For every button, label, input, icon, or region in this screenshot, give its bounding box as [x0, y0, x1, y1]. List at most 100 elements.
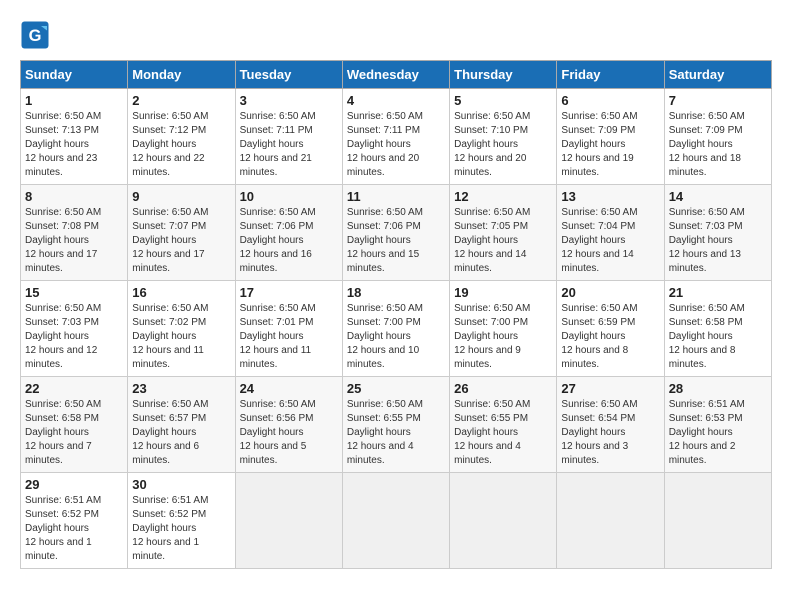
day-number: 4: [347, 93, 445, 108]
calendar-cell: [450, 473, 557, 569]
day-info: Sunrise: 6:50 AMSunset: 6:57 PMDaylight …: [132, 399, 208, 466]
day-number: 25: [347, 381, 445, 396]
day-number: 6: [561, 93, 659, 108]
day-header-saturday: Saturday: [664, 61, 771, 89]
day-info: Sunrise: 6:51 AMSunset: 6:52 PMDaylight …: [25, 495, 101, 562]
calendar-cell: 9 Sunrise: 6:50 AMSunset: 7:07 PMDaylight…: [128, 185, 235, 281]
day-info: Sunrise: 6:50 AMSunset: 6:54 PMDaylight …: [561, 399, 637, 466]
calendar-cell: 14 Sunrise: 6:50 AMSunset: 7:03 PMDayligh…: [664, 185, 771, 281]
calendar-cell: 29 Sunrise: 6:51 AMSunset: 6:52 PMDayligh…: [21, 473, 128, 569]
day-info: Sunrise: 6:50 AMSunset: 7:03 PMDaylight …: [669, 207, 745, 274]
calendar-header-row: SundayMondayTuesdayWednesdayThursdayFrid…: [21, 61, 772, 89]
day-info: Sunrise: 6:50 AMSunset: 7:11 PMDaylight …: [240, 111, 316, 178]
calendar-cell: [557, 473, 664, 569]
day-header-tuesday: Tuesday: [235, 61, 342, 89]
day-info: Sunrise: 6:50 AMSunset: 7:02 PMDaylight …: [132, 303, 208, 370]
day-info: Sunrise: 6:50 AMSunset: 7:00 PMDaylight …: [347, 303, 423, 370]
calendar-cell: 30 Sunrise: 6:51 AMSunset: 6:52 PMDayligh…: [128, 473, 235, 569]
calendar-week-2: 8Sunrise: 6:50 AMSunset: 7:08 PMDaylight…: [21, 185, 772, 281]
day-number: 23: [132, 381, 230, 396]
calendar-cell: 11 Sunrise: 6:50 AMSunset: 7:06 PMDayligh…: [342, 185, 449, 281]
day-number: 22: [25, 381, 123, 396]
day-info: Sunrise: 6:50 AMSunset: 7:13 PMDaylight …: [25, 111, 101, 178]
calendar-cell: [235, 473, 342, 569]
day-number: 1: [25, 93, 123, 108]
calendar-table: SundayMondayTuesdayWednesdayThursdayFrid…: [20, 60, 772, 569]
day-header-thursday: Thursday: [450, 61, 557, 89]
day-header-sunday: Sunday: [21, 61, 128, 89]
day-number: 14: [669, 189, 767, 204]
day-info: Sunrise: 6:50 AMSunset: 7:06 PMDaylight …: [347, 207, 423, 274]
day-info: Sunrise: 6:50 AMSunset: 6:55 PMDaylight …: [454, 399, 530, 466]
day-number: 24: [240, 381, 338, 396]
calendar-cell: 26Sunrise: 6:50 AMSunset: 6:55 PMDayligh…: [450, 377, 557, 473]
calendar-cell: 16 Sunrise: 6:50 AMSunset: 7:02 PMDayligh…: [128, 281, 235, 377]
calendar-cell: 6 Sunrise: 6:50 AMSunset: 7:09 PMDaylight…: [557, 89, 664, 185]
day-number: 12: [454, 189, 552, 204]
day-header-wednesday: Wednesday: [342, 61, 449, 89]
day-number: 21: [669, 285, 767, 300]
day-header-friday: Friday: [557, 61, 664, 89]
day-number: 2: [132, 93, 230, 108]
day-info: Sunrise: 6:50 AMSunset: 7:04 PMDaylight …: [561, 207, 637, 274]
calendar-cell: 8Sunrise: 6:50 AMSunset: 7:08 PMDaylight…: [21, 185, 128, 281]
calendar-cell: 18 Sunrise: 6:50 AMSunset: 7:00 PMDayligh…: [342, 281, 449, 377]
calendar-cell: 19Sunrise: 6:50 AMSunset: 7:00 PMDayligh…: [450, 281, 557, 377]
day-info: Sunrise: 6:51 AMSunset: 6:53 PMDaylight …: [669, 399, 745, 466]
day-info: Sunrise: 6:51 AMSunset: 6:52 PMDaylight …: [132, 495, 208, 562]
calendar-cell: 21 Sunrise: 6:50 AMSunset: 6:58 PMDayligh…: [664, 281, 771, 377]
calendar-week-3: 15 Sunrise: 6:50 AMSunset: 7:03 PMDayligh…: [21, 281, 772, 377]
logo: G: [20, 20, 54, 50]
logo-icon: G: [20, 20, 50, 50]
day-number: 18: [347, 285, 445, 300]
day-number: 29: [25, 477, 123, 492]
day-number: 15: [25, 285, 123, 300]
calendar-cell: 17 Sunrise: 6:50 AMSunset: 7:01 PMDayligh…: [235, 281, 342, 377]
day-info: Sunrise: 6:50 AMSunset: 7:11 PMDaylight …: [347, 111, 423, 178]
calendar-cell: 28 Sunrise: 6:51 AMSunset: 6:53 PMDayligh…: [664, 377, 771, 473]
calendar-cell: 3 Sunrise: 6:50 AMSunset: 7:11 PMDaylight…: [235, 89, 342, 185]
day-number: 13: [561, 189, 659, 204]
calendar-cell: 15 Sunrise: 6:50 AMSunset: 7:03 PMDayligh…: [21, 281, 128, 377]
calendar-cell: 1 Sunrise: 6:50 AMSunset: 7:13 PMDaylight…: [21, 89, 128, 185]
day-number: 20: [561, 285, 659, 300]
day-info: Sunrise: 6:50 AMSunset: 7:09 PMDaylight …: [561, 111, 637, 178]
calendar-cell: 20 Sunrise: 6:50 AMSunset: 6:59 PMDayligh…: [557, 281, 664, 377]
day-info: Sunrise: 6:50 AMSunset: 6:58 PMDaylight …: [669, 303, 745, 370]
calendar-week-5: 29 Sunrise: 6:51 AMSunset: 6:52 PMDayligh…: [21, 473, 772, 569]
calendar-cell: 13 Sunrise: 6:50 AMSunset: 7:04 PMDayligh…: [557, 185, 664, 281]
day-number: 30: [132, 477, 230, 492]
day-number: 27: [561, 381, 659, 396]
day-number: 17: [240, 285, 338, 300]
calendar-cell: [664, 473, 771, 569]
day-info: Sunrise: 6:50 AMSunset: 6:58 PMDaylight …: [25, 399, 101, 466]
day-info: Sunrise: 6:50 AMSunset: 6:59 PMDaylight …: [561, 303, 637, 370]
day-number: 10: [240, 189, 338, 204]
day-number: 28: [669, 381, 767, 396]
day-info: Sunrise: 6:50 AMSunset: 7:05 PMDaylight …: [454, 207, 530, 274]
calendar-cell: 23 Sunrise: 6:50 AMSunset: 6:57 PMDayligh…: [128, 377, 235, 473]
calendar-cell: 4 Sunrise: 6:50 AMSunset: 7:11 PMDaylight…: [342, 89, 449, 185]
day-number: 9: [132, 189, 230, 204]
day-number: 11: [347, 189, 445, 204]
day-number: 3: [240, 93, 338, 108]
calendar-cell: 12 Sunrise: 6:50 AMSunset: 7:05 PMDayligh…: [450, 185, 557, 281]
day-info: Sunrise: 6:50 AMSunset: 7:08 PMDaylight …: [25, 207, 101, 274]
calendar-week-1: 1 Sunrise: 6:50 AMSunset: 7:13 PMDaylight…: [21, 89, 772, 185]
day-number: 5: [454, 93, 552, 108]
day-info: Sunrise: 6:50 AMSunset: 7:07 PMDaylight …: [132, 207, 208, 274]
day-info: Sunrise: 6:50 AMSunset: 7:03 PMDaylight …: [25, 303, 101, 370]
calendar-cell: 5 Sunrise: 6:50 AMSunset: 7:10 PMDaylight…: [450, 89, 557, 185]
calendar-cell: 25Sunrise: 6:50 AMSunset: 6:55 PMDayligh…: [342, 377, 449, 473]
day-info: Sunrise: 6:50 AMSunset: 7:06 PMDaylight …: [240, 207, 316, 274]
day-number: 19: [454, 285, 552, 300]
calendar-cell: 2Sunrise: 6:50 AMSunset: 7:12 PMDaylight…: [128, 89, 235, 185]
calendar-cell: 24Sunrise: 6:50 AMSunset: 6:56 PMDayligh…: [235, 377, 342, 473]
calendar-cell: 27 Sunrise: 6:50 AMSunset: 6:54 PMDayligh…: [557, 377, 664, 473]
day-info: Sunrise: 6:50 AMSunset: 7:10 PMDaylight …: [454, 111, 530, 178]
day-number: 16: [132, 285, 230, 300]
calendar-cell: 10 Sunrise: 6:50 AMSunset: 7:06 PMDayligh…: [235, 185, 342, 281]
calendar-cell: [342, 473, 449, 569]
page-header: G: [20, 20, 772, 50]
day-info: Sunrise: 6:50 AMSunset: 7:01 PMDaylight …: [240, 303, 316, 370]
